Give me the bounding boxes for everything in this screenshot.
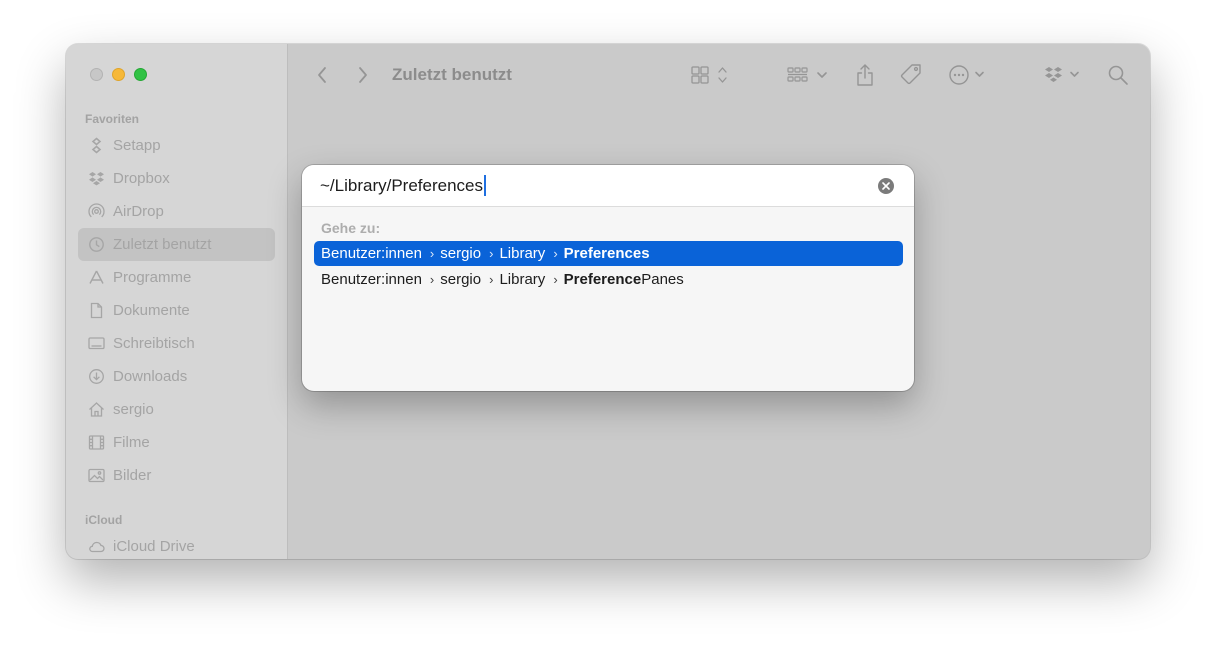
chevron-right-icon: › — [489, 246, 494, 261]
cloud-icon — [88, 538, 105, 555]
forward-button[interactable] — [353, 62, 373, 88]
maximize-button[interactable] — [134, 68, 147, 81]
film-icon — [88, 434, 105, 451]
path-match: Preference — [563, 271, 642, 288]
more-actions-button[interactable] — [948, 62, 990, 88]
window-controls — [90, 68, 147, 81]
sidebar-item-home[interactable]: sergio — [78, 393, 275, 426]
sidebar-item-label: AirDrop — [113, 203, 164, 220]
group-button[interactable] — [786, 62, 832, 88]
chevron-right-icon: › — [553, 272, 558, 287]
path-segment: Library — [499, 271, 546, 288]
sidebar-item-dropbox[interactable]: Dropbox — [78, 162, 275, 195]
minimize-button[interactable] — [112, 68, 125, 81]
path-input[interactable]: ~/Library/Preferences — [302, 165, 914, 207]
path-match: Preferences — [563, 245, 650, 262]
document-icon — [88, 302, 105, 319]
airdrop-icon — [88, 203, 105, 220]
setapp-icon — [88, 137, 105, 154]
path-suffix: Panes — [641, 271, 684, 288]
desktop-icon — [88, 335, 105, 352]
dropbox-icon — [1045, 67, 1079, 82]
sidebar-item-icloud-drive[interactable]: iCloud Drive — [78, 530, 275, 559]
share-button[interactable] — [854, 62, 876, 88]
chevron-left-icon — [318, 67, 326, 83]
sidebar-item-label: Dropbox — [113, 170, 170, 187]
sidebar-item-label: iCloud Drive — [113, 538, 195, 555]
suggestion-item[interactable]: Benutzer:innen › sergio › Library › Pref… — [314, 267, 903, 292]
sidebar-item-label: Bilder — [113, 467, 152, 484]
chevron-right-icon: › — [429, 246, 435, 261]
sidebar-item-desktop[interactable]: Schreibtisch — [78, 327, 275, 360]
go-to-folder-dialog: ~/Library/Preferences Gehe zu: Benutzer:… — [302, 165, 914, 391]
path-segment: Library — [499, 245, 546, 262]
path-segment: sergio — [440, 271, 482, 288]
text-caret — [484, 175, 486, 196]
toolbar: Zuletzt benutzt — [288, 44, 1150, 106]
back-button[interactable] — [312, 62, 332, 88]
group-icon — [787, 67, 827, 82]
close-icon — [882, 182, 890, 190]
sidebar-item-movies[interactable]: Filme — [78, 426, 275, 459]
tag-button[interactable] — [898, 62, 924, 88]
close-button[interactable] — [90, 68, 103, 81]
sidebar-item-label: Filme — [113, 434, 150, 451]
dropbox-button[interactable] — [1044, 62, 1086, 88]
dropbox-icon — [88, 170, 105, 187]
clock-icon — [88, 236, 105, 253]
download-icon — [88, 368, 105, 385]
chevron-right-icon: › — [553, 246, 558, 261]
sidebar-item-downloads[interactable]: Downloads — [78, 360, 275, 393]
path-segment: sergio — [440, 245, 482, 262]
chevron-right-icon: › — [489, 272, 494, 287]
home-icon — [88, 401, 105, 418]
sidebar-item-documents[interactable]: Dokumente — [78, 294, 275, 327]
sidebar-item-label: Zuletzt benutzt — [113, 236, 212, 253]
sidebar-item-pictures[interactable]: Bilder — [78, 459, 275, 492]
grid-view-icon — [691, 66, 727, 84]
search-icon — [1108, 65, 1128, 85]
view-mode-button[interactable] — [690, 62, 734, 88]
sidebar-item-label: Setapp — [113, 137, 161, 154]
sidebar-item-label: Dokumente — [113, 302, 190, 319]
suggestion-item[interactable]: Benutzer:innen › sergio › Library › Pref… — [314, 241, 903, 266]
sidebar-item-label: Downloads — [113, 368, 188, 385]
sidebar-section-icloud: iCloud — [85, 513, 123, 527]
photo-icon — [88, 467, 105, 484]
tag-icon — [900, 64, 921, 85]
window-title: Zuletzt benutzt — [392, 65, 512, 84]
sidebar-item-recents[interactable]: Zuletzt benutzt — [78, 228, 275, 261]
path-input-value: ~/Library/Preferences — [320, 175, 483, 195]
sidebar-item-label: Schreibtisch — [113, 335, 195, 352]
sidebar-item-applications[interactable]: Programme — [78, 261, 275, 294]
sidebar: Favoriten Setapp Dropbox AirDrop Zuletzt… — [66, 44, 288, 559]
path-segment: Benutzer:innen — [321, 271, 422, 288]
chevron-right-icon: › — [429, 272, 435, 287]
sidebar-item-label: sergio — [113, 401, 154, 418]
chevron-right-icon — [359, 67, 367, 83]
apps-icon — [88, 269, 105, 286]
path-segment: Benutzer:innen — [321, 245, 422, 262]
ellipsis-circle-icon — [949, 65, 984, 85]
share-icon — [857, 64, 873, 86]
sidebar-section-favorites: Favoriten — [85, 112, 140, 126]
sidebar-item-setapp[interactable]: Setapp — [78, 129, 275, 162]
clear-button[interactable] — [878, 178, 894, 194]
sidebar-item-airdrop[interactable]: AirDrop — [78, 195, 275, 228]
section-label: Gehe zu: — [321, 220, 381, 236]
sidebar-item-label: Programme — [113, 269, 192, 286]
search-button[interactable] — [1106, 62, 1130, 88]
